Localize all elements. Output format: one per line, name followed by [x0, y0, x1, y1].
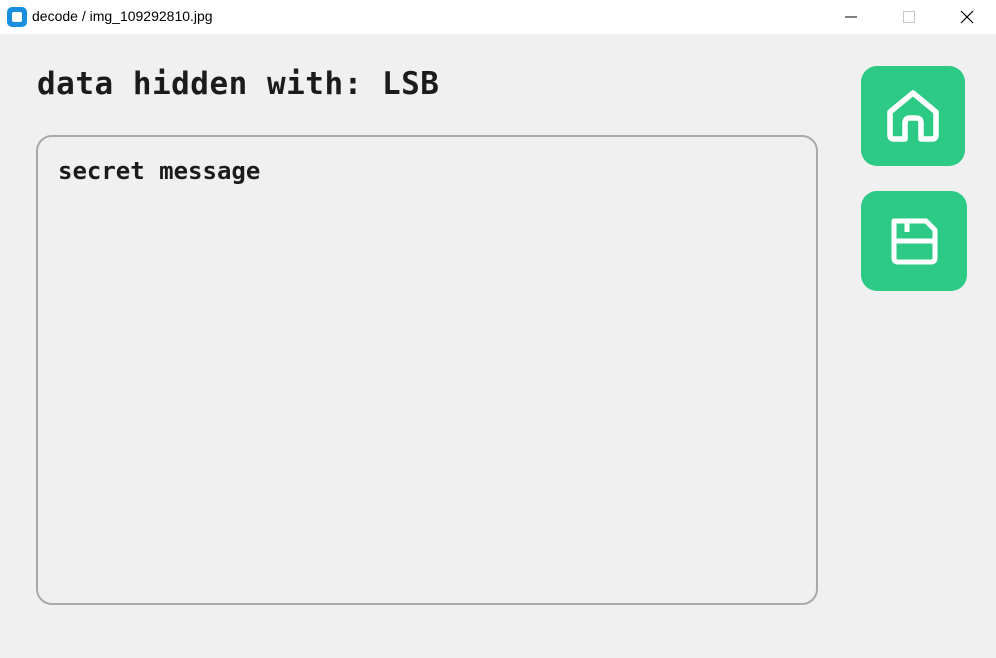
- minimize-icon: [845, 16, 857, 18]
- minimize-button[interactable]: [822, 0, 880, 34]
- save-button[interactable]: [861, 191, 967, 291]
- title-bar: decode / img_109292810.jpg: [0, 0, 996, 34]
- close-icon: [960, 10, 974, 24]
- home-button[interactable]: [861, 66, 965, 166]
- secret-message-textbox[interactable]: secret message: [36, 135, 818, 605]
- home-icon: [887, 90, 939, 142]
- close-button[interactable]: [938, 0, 996, 34]
- window-title: decode / img_109292810.jpg: [32, 8, 213, 24]
- save-icon: [891, 218, 938, 265]
- maximize-icon: [903, 11, 915, 23]
- maximize-button[interactable]: [880, 0, 938, 34]
- app-icon: [7, 7, 27, 27]
- page-title: data hidden with: LSB: [37, 66, 440, 102]
